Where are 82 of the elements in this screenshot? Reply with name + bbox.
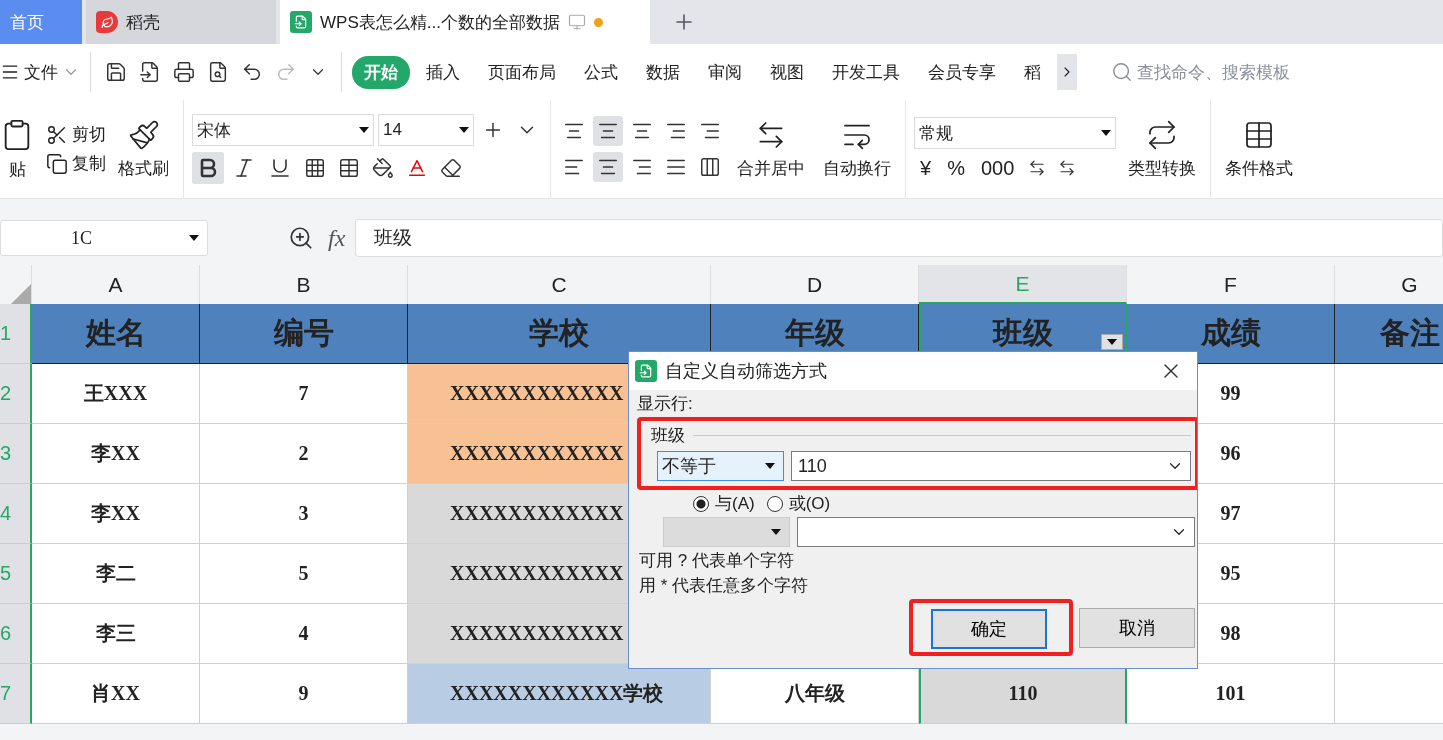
hint-text: 可用 ? 代表单个字符 <box>638 550 795 572</box>
paste-button[interactable]: 贴 <box>0 117 40 181</box>
cell-text: 101 <box>1215 682 1246 705</box>
cell-text: XXXXXXXXXXXX <box>450 562 624 585</box>
tab-label: 稻壳 <box>126 11 160 34</box>
cell-text: XXXXXXXXXXXX <box>450 502 624 525</box>
column-header[interactable]: G <box>1335 265 1443 304</box>
cell-text: XXXXXXXXXXXX学校 <box>450 681 664 706</box>
type-convert-button[interactable]: 类型转换 <box>1122 118 1202 180</box>
ribbon-tab[interactable]: 稻 <box>1012 55 1053 89</box>
tab-label: 首页 <box>10 11 44 34</box>
formula-field[interactable]: 班级 <box>355 219 1443 257</box>
wrap-text-button[interactable]: 自动换行 <box>817 118 897 180</box>
cell-text: 八年级 <box>784 681 845 706</box>
conditional-format-button[interactable]: 条件格式 <box>1219 118 1299 180</box>
column-header[interactable]: F <box>1127 265 1335 304</box>
ribbon-tab[interactable]: 数据 <box>634 55 692 89</box>
cell-text: 7 <box>298 382 309 405</box>
ribbon-tab[interactable]: 会员专享 <box>916 55 1008 89</box>
cell-text: 95 <box>1220 562 1241 585</box>
function-label[interactable]: fx <box>328 224 346 252</box>
cell-text: 李XX <box>91 441 140 466</box>
cell-text: 编号 <box>273 315 334 351</box>
file-menu[interactable]: 文件 <box>0 60 80 84</box>
join-radio[interactable]: 或(O) <box>766 492 831 515</box>
cell-text: 李二 <box>95 561 136 586</box>
cell-text: 2 <box>298 442 309 465</box>
column-header[interactable]: D <box>711 265 919 304</box>
cell-text: 班级 <box>993 315 1053 351</box>
ribbon-tab[interactable]: 审阅 <box>696 55 754 89</box>
merge-center-button[interactable]: 合并居中 <box>731 118 811 180</box>
tab-label: WPS表怎么精...个数的全部数据 <box>320 11 560 34</box>
ribbon-tab[interactable]: 页面布局 <box>476 55 568 89</box>
cell-text: 96 <box>1220 442 1241 465</box>
currency-button[interactable]: ¥ <box>914 156 938 180</box>
column-header[interactable]: B <box>200 265 408 304</box>
value-combo[interactable]: 110 <box>791 451 1191 481</box>
cell-text: 4 <box>298 622 309 645</box>
cell-text: 99 <box>1220 382 1241 405</box>
cell-text: XXXXXXXXXXXX <box>450 442 624 465</box>
cell-text: 5 <box>298 562 309 585</box>
ribbon-tab[interactable]: 视图 <box>758 55 816 89</box>
font-size-select[interactable]: 14 <box>378 114 474 146</box>
ribbon-tab[interactable]: 插入 <box>414 55 472 89</box>
font-select[interactable]: 宋体 <box>192 114 374 146</box>
cell-text: 学校 <box>529 315 589 351</box>
ribbon-tab[interactable]: 开发工具 <box>820 55 912 89</box>
number-format-select[interactable]: 常规 <box>914 117 1116 149</box>
column-header[interactable]: C <box>408 265 711 304</box>
cell-text: 备注 <box>1379 315 1440 351</box>
cell-text: 9 <box>298 682 309 705</box>
copy-button[interactable]: 复制 <box>46 152 106 175</box>
cell-text: 李XX <box>91 501 140 526</box>
cut-button[interactable]: 剪切 <box>46 123 106 146</box>
hint-text: 用 * 代表任意多个字符 <box>638 575 810 597</box>
cell-text: 肖XX <box>91 681 140 706</box>
percent-button[interactable]: % <box>941 156 971 180</box>
dialog-title: 自定义自动筛选方式 <box>665 360 828 383</box>
operator-select[interactable]: 不等于 <box>657 451 784 481</box>
cell-text: 成绩 <box>1200 315 1261 351</box>
cell-text: 98 <box>1220 622 1241 645</box>
dialog-button[interactable]: 取消 <box>1079 608 1195 648</box>
document-tab[interactable]: 稻壳 <box>86 0 276 44</box>
cell-text: 姓名 <box>85 315 146 351</box>
field-label: 班级 <box>651 425 685 447</box>
section-label: 显示行: <box>637 393 694 415</box>
cell-text: XXXXXXXXXXXX <box>450 622 624 645</box>
cell-text: 李三 <box>95 621 136 646</box>
column-header[interactable]: A <box>32 265 200 304</box>
format-painter-button[interactable]: 格式刷 <box>112 118 175 180</box>
dialog-button[interactable]: 确定 <box>931 609 1047 649</box>
cell-text: 年级 <box>784 315 845 351</box>
document-tab[interactable]: WPS表怎么精...个数的全部数据 <box>280 0 650 44</box>
cell-text: 97 <box>1220 502 1241 525</box>
ribbon-tab[interactable]: 公式 <box>572 55 630 89</box>
cell-text: 王XXX <box>83 381 148 406</box>
cell-text: 3 <box>298 502 309 525</box>
cell-text: 110 <box>1008 682 1038 705</box>
cell-text: XXXXXXXXXXXX <box>450 382 624 405</box>
name-box[interactable]: 1C <box>0 220 208 256</box>
join-radio[interactable]: 与(A) <box>693 492 755 515</box>
thousands-button[interactable]: 000 <box>974 156 1021 180</box>
